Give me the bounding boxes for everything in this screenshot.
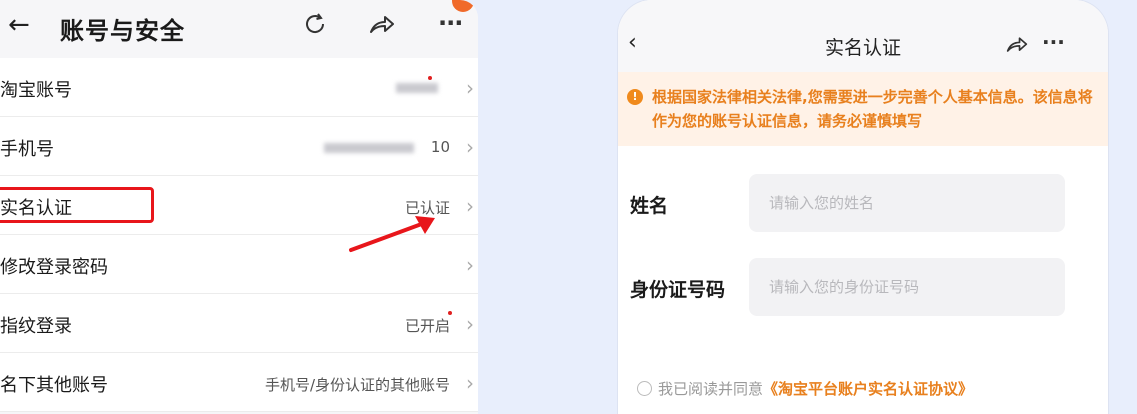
chevron-right-icon: › — [466, 194, 474, 218]
chevron-right-icon: › — [466, 371, 474, 395]
more-icon[interactable]: ··· — [1042, 30, 1065, 54]
row-label: 指纹登录 — [0, 316, 72, 337]
red-dot — [428, 76, 432, 80]
back-arrow-icon[interactable]: ← — [8, 10, 30, 40]
chevron-right-icon: › — [466, 253, 474, 277]
id-row: 身份证号码 — [618, 258, 1108, 316]
row-value: 10 — [430, 138, 450, 156]
chevron-right-icon: › — [466, 76, 474, 100]
id-number-input[interactable] — [749, 258, 1065, 316]
name-row: 姓名 — [618, 174, 1108, 232]
share-icon[interactable] — [368, 12, 396, 42]
chevron-right-icon: › — [466, 135, 474, 159]
row-label: 名下其他账号 — [0, 375, 108, 396]
blurred-value — [396, 83, 438, 93]
highlight-box — [0, 187, 154, 223]
row-label: 修改登录密码 — [0, 257, 108, 278]
list-item-taobao-account[interactable]: 淘宝账号 › — [0, 58, 478, 117]
real-name-verification-screen: ‹ 实名认证 ··· ! 根据国家法律相关法律,您需要进一步完善个人基本信息。该… — [618, 0, 1108, 414]
notice-banner: ! 根据国家法律相关法律,您需要进一步完善个人基本信息。该信息将作为您的账号认证… — [618, 72, 1108, 146]
account-security-screen: ← 账号与安全 ··· 淘宝账号 › 手机号 10 › 实名认证 已认证 › 修… — [0, 0, 478, 414]
page-title: 实名认证 — [824, 37, 901, 59]
row-label: 淘宝账号 — [0, 80, 72, 101]
info-icon: ! — [627, 89, 643, 105]
name-label: 姓名 — [630, 195, 669, 217]
agree-prefix: 我已阅读并同意 — [658, 380, 764, 398]
share-icon[interactable] — [1004, 34, 1030, 60]
agreement-line: 我已阅读并同意《淘宝平台账户实名认证协议》 — [637, 378, 973, 399]
red-dot — [448, 311, 452, 315]
blurred-value — [324, 143, 414, 153]
more-icon[interactable]: ··· — [438, 9, 463, 37]
row-value: 手机号/身份认证的其他账号 — [264, 376, 450, 394]
row-label: 手机号 — [0, 139, 54, 160]
page-title: 账号与安全 — [60, 17, 185, 45]
nav-bar: ‹ 实名认证 ··· — [618, 0, 1108, 72]
row-value: 已开启 — [404, 317, 450, 335]
red-arrow-icon — [349, 216, 435, 252]
agreement-link[interactable]: 《淘宝平台账户实名认证协议》 — [763, 380, 973, 398]
agree-radio[interactable] — [637, 381, 652, 396]
list-item-phone[interactable]: 手机号 10 › — [0, 117, 478, 176]
header-bar: ← 账号与安全 ··· — [0, 0, 478, 58]
id-number-label: 身份证号码 — [630, 279, 726, 301]
list-item-other-accounts[interactable]: 名下其他账号 手机号/身份认证的其他账号 › — [0, 353, 478, 412]
list-item-fingerprint[interactable]: 指纹登录 已开启 › — [0, 294, 478, 353]
refresh-icon[interactable] — [302, 11, 328, 41]
name-input[interactable] — [749, 174, 1065, 232]
chevron-right-icon: › — [466, 312, 474, 336]
notice-text: 根据国家法律相关法律,您需要进一步完善个人基本信息。该信息将作为您的账号认证信息… — [652, 88, 1093, 130]
